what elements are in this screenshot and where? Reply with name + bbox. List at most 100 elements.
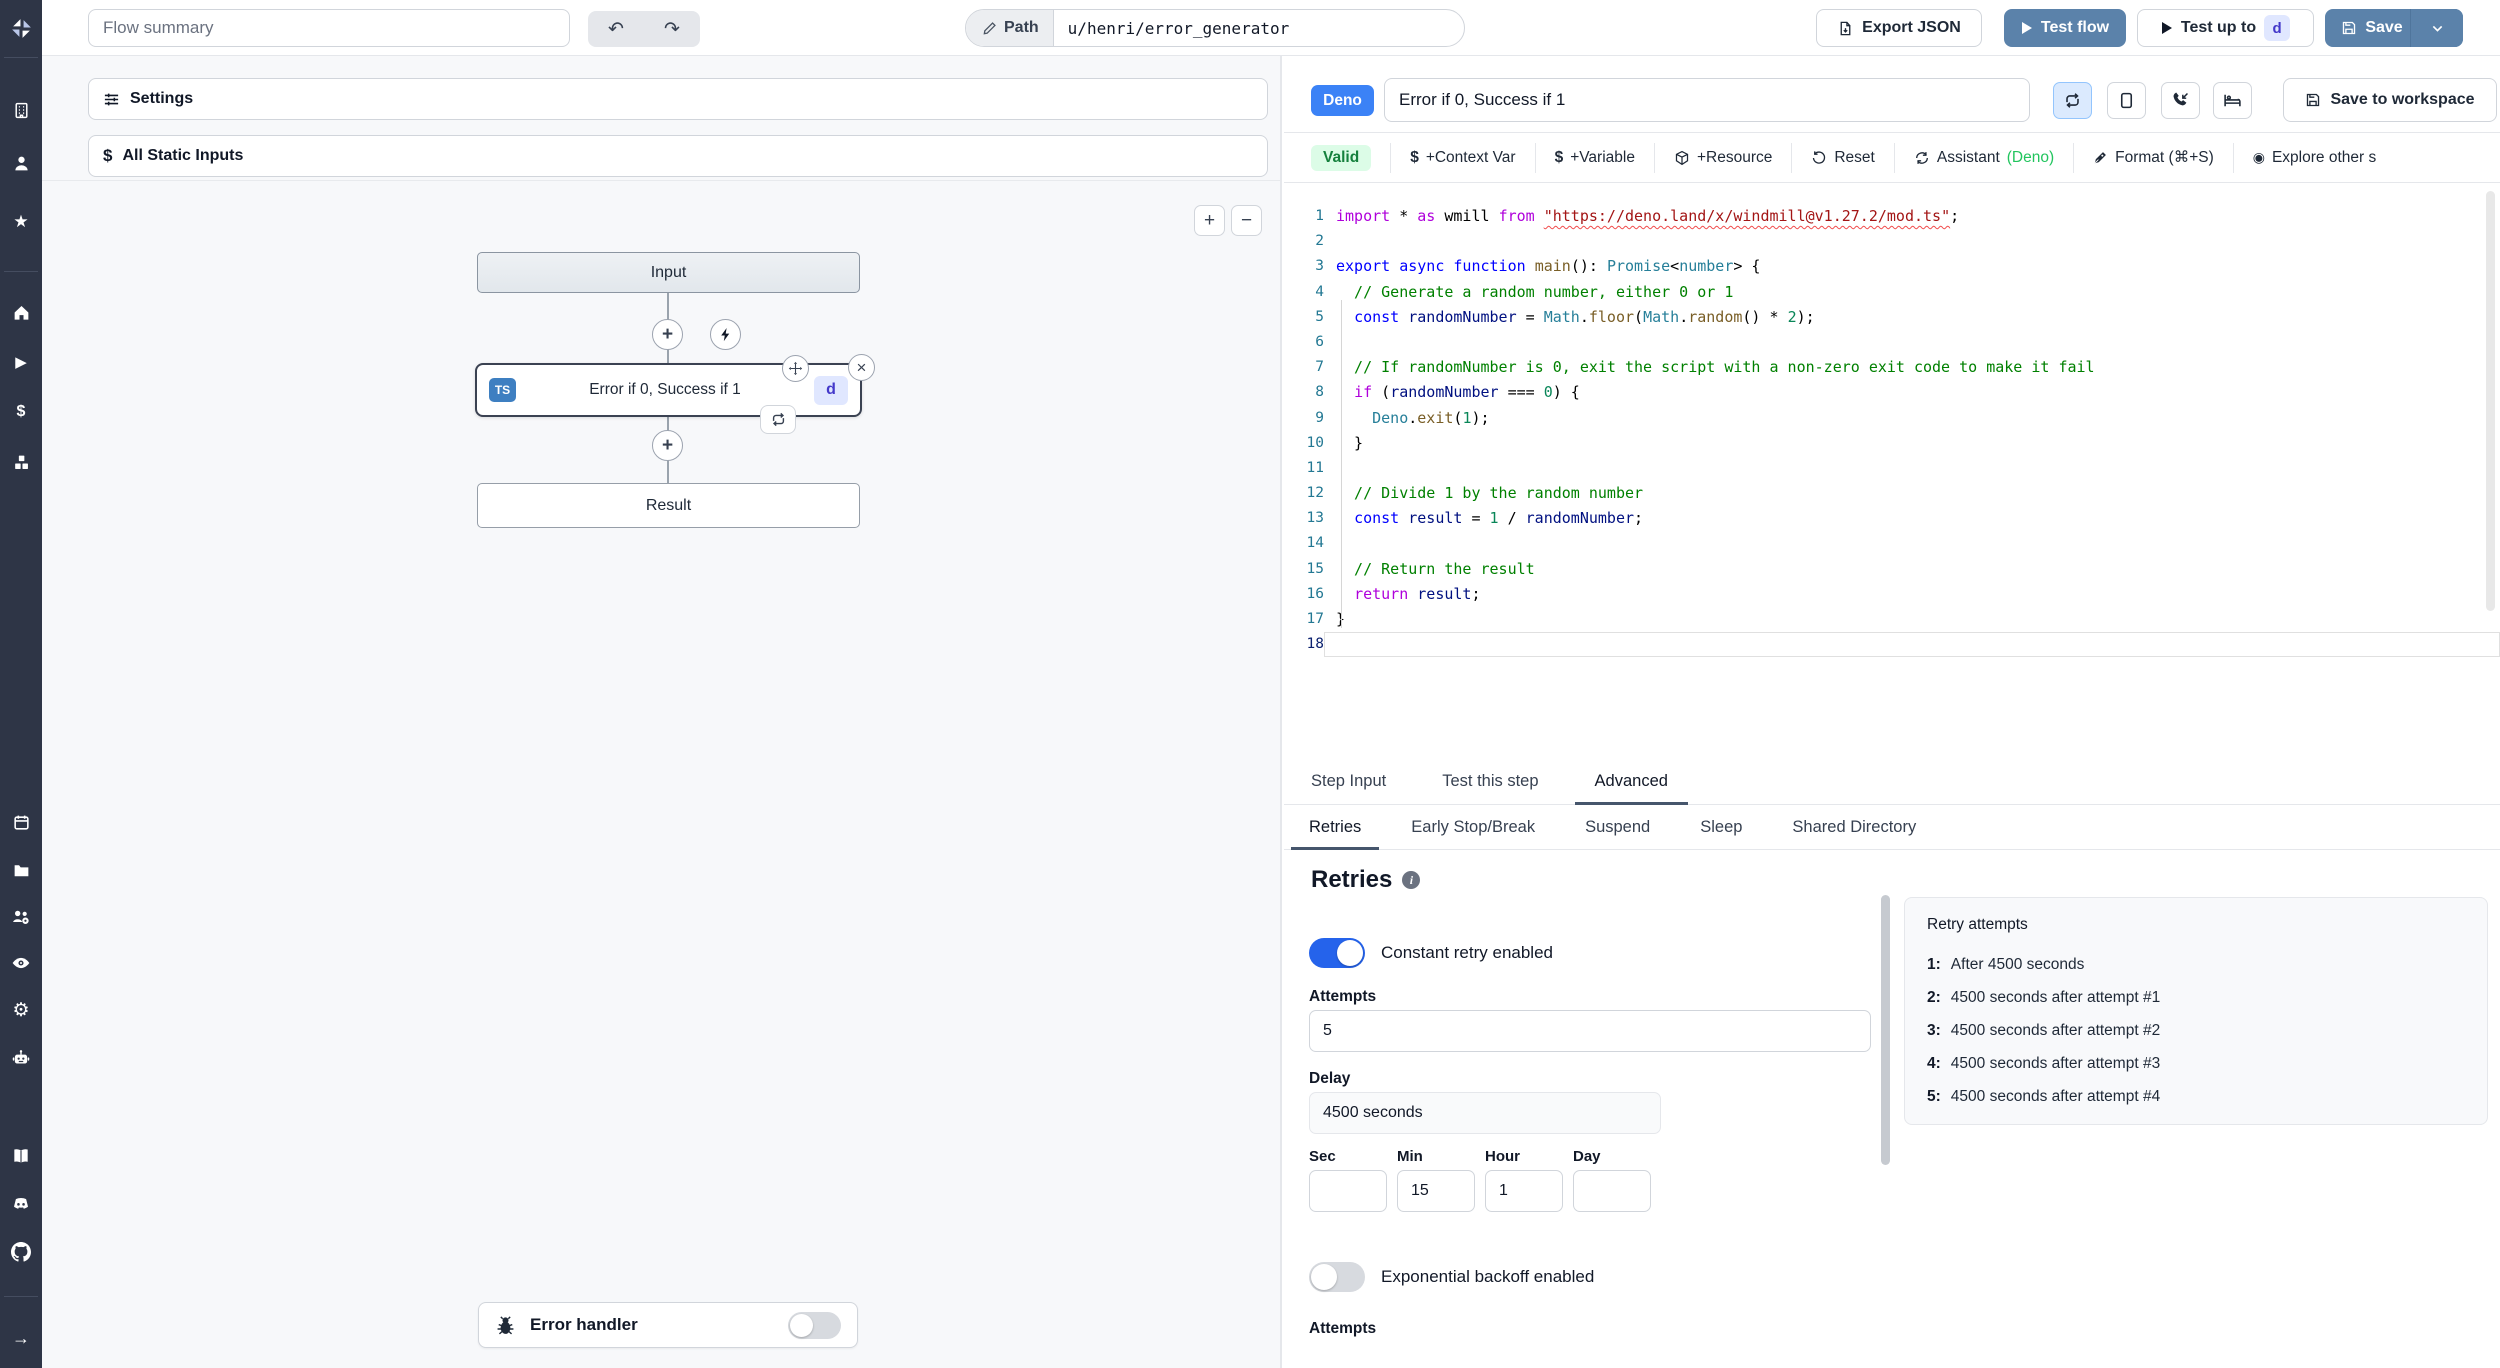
save-to-workspace-button[interactable]: Save to workspace	[2283, 78, 2497, 122]
trigger-bolt-button[interactable]	[710, 319, 741, 350]
schedules-calendar-icon[interactable]	[0, 805, 42, 839]
workspace-building-icon[interactable]	[0, 93, 42, 127]
path-value: u/henri/error_generator	[1067, 18, 1290, 38]
redo-button[interactable]: ↷	[649, 18, 695, 41]
folders-icon[interactable]	[0, 853, 42, 887]
tab-test-this-step[interactable]: Test this step	[1422, 759, 1558, 804]
hour-input[interactable]	[1485, 1170, 1563, 1212]
resources-cubes-icon[interactable]	[0, 445, 42, 479]
retries-toggle-icon-button[interactable]	[2053, 82, 2092, 119]
play-icon	[2021, 21, 2033, 35]
all-static-inputs-button[interactable]: $ All Static Inputs	[88, 135, 1268, 177]
tab-step-input[interactable]: Step Input	[1291, 759, 1406, 804]
retry-attempt-item: 1: After 4500 seconds	[1927, 955, 2085, 973]
favorites-star-icon[interactable]: ★	[0, 205, 42, 239]
delete-step-button[interactable]: ×	[848, 354, 875, 381]
test-up-to-button[interactable]: Test up to d	[2137, 9, 2314, 47]
format-label: Format (⌘+S)	[2115, 149, 2214, 166]
topbar: ↶ ↷ Path u/henri/error_generator Export …	[42, 0, 2500, 56]
add-step-below-button[interactable]: +	[652, 430, 683, 461]
line-number: 11	[1306, 459, 1324, 476]
early-stop-square-icon-button[interactable]	[2107, 82, 2146, 119]
reset-button[interactable]: Reset	[1811, 149, 1875, 167]
indent-guide	[1341, 300, 1342, 628]
discord-icon[interactable]	[0, 1187, 42, 1221]
sleep-bed-icon-button[interactable]	[2213, 82, 2252, 119]
step-name-input[interactable]	[1384, 78, 2030, 122]
step-node-title: Error if 0, Success if 1	[589, 381, 741, 398]
dollar-glyph: $	[16, 403, 26, 420]
groups-users-icon[interactable]	[0, 900, 42, 934]
format-button[interactable]: Format (⌘+S)	[2093, 148, 2214, 167]
undo-button[interactable]: ↶	[593, 18, 639, 41]
delay-label: Delay	[1309, 1070, 1351, 1087]
subtab-early-stop[interactable]: Early Stop/Break	[1393, 805, 1553, 849]
explore-scripts-button[interactable]: ◉ Explore other s	[2253, 149, 2376, 167]
export-json-button[interactable]: Export JSON	[1816, 9, 1982, 47]
subtab-retries[interactable]: Retries	[1291, 805, 1380, 850]
flow-settings-button[interactable]: Settings	[88, 78, 1268, 120]
code-line: 8 if (randomNumber === 0) {	[1284, 380, 2500, 405]
move-step-button[interactable]	[782, 355, 809, 382]
path-pill[interactable]: Path u/henri/error_generator	[965, 9, 1465, 47]
code-editor[interactable]: 1 import * as wmill from "https://deno.la…	[1284, 183, 2500, 759]
line-number: 17	[1306, 611, 1324, 627]
windmill-logo-icon[interactable]	[0, 11, 42, 45]
result-node[interactable]: Result	[477, 483, 860, 528]
add-context-var-button[interactable]: $ +Context Var	[1410, 149, 1515, 167]
zoom-in-button[interactable]: +	[1194, 205, 1225, 236]
add-variable-button[interactable]: $ +Variable	[1555, 149, 1635, 167]
line-number: 8	[1315, 384, 1324, 401]
subtab-sleep[interactable]: Sleep	[1682, 805, 1760, 849]
sec-input[interactable]	[1309, 1170, 1387, 1212]
suspend-phone-icon-button[interactable]	[2161, 82, 2200, 119]
delay-input[interactable]	[1309, 1092, 1661, 1134]
add-step-above-button[interactable]: +	[652, 319, 683, 350]
runs-play-icon[interactable]: ▶	[0, 345, 42, 379]
day-input[interactable]	[1573, 1170, 1651, 1212]
error-handler-toggle[interactable]	[788, 1311, 841, 1339]
input-node[interactable]: Input	[477, 252, 860, 293]
line-number: 9	[1315, 409, 1324, 426]
expand-sidebar-arrow-icon[interactable]: →	[0, 1321, 42, 1355]
step-retry-loop-icon[interactable]	[760, 405, 796, 434]
toolbar-divider	[1390, 142, 1392, 173]
error-handler-node[interactable]: Error handler	[478, 1302, 858, 1348]
save-dropdown-button[interactable]	[2411, 9, 2463, 47]
constant-retry-toggle[interactable]	[1309, 938, 1365, 968]
flow-summary-input[interactable]	[88, 9, 570, 47]
exponential-backoff-toggle[interactable]	[1309, 1262, 1365, 1292]
add-resource-button[interactable]: +Resource	[1674, 149, 1772, 167]
play-glyph: ▶	[15, 354, 27, 371]
min-input[interactable]	[1397, 1170, 1475, 1212]
settings-gear-icon[interactable]: ⚙	[0, 993, 42, 1027]
line-number: 14	[1306, 535, 1324, 552]
code-line: 16 return result;	[1284, 582, 2500, 607]
subtab-suspend[interactable]: Suspend	[1567, 805, 1668, 849]
assistant-button[interactable]: Assistant (Deno)	[1914, 149, 2054, 167]
subtab-shared-directory[interactable]: Shared Directory	[1774, 805, 1934, 849]
save-floppy-icon	[2305, 92, 2321, 108]
workers-robot-icon[interactable]	[0, 1041, 42, 1075]
attempts-input[interactable]	[1309, 1010, 1871, 1052]
variables-dollar-icon[interactable]: $	[0, 395, 42, 429]
content-scrollbar[interactable]	[1881, 895, 1890, 1165]
zoom-out-button[interactable]: −	[1231, 205, 1262, 236]
input-node-label: Input	[650, 263, 687, 281]
user-icon[interactable]	[0, 146, 42, 180]
explore-label: Explore other s	[2271, 148, 2377, 166]
home-icon[interactable]	[0, 295, 42, 329]
test-flow-button[interactable]: Test flow	[2004, 9, 2126, 47]
retry-attempt-item: 3: 4500 seconds after attempt #2	[1927, 1021, 2161, 1039]
retry-attempts-preview: Retry attempts 1: After 4500 seconds 2: 450…	[1904, 897, 2488, 1125]
info-icon[interactable]: i	[1402, 871, 1421, 889]
save-label: Save	[2365, 19, 2403, 36]
github-icon[interactable]	[0, 1235, 42, 1269]
audit-logs-eye-icon[interactable]	[0, 946, 42, 980]
editor-scrollbar[interactable]	[2486, 191, 2495, 611]
code-lines: 1 import * as wmill from "https://deno.la…	[1284, 183, 2500, 658]
tab-advanced[interactable]: Advanced	[1574, 759, 1689, 805]
play-icon	[2161, 21, 2173, 35]
docs-book-icon[interactable]	[0, 1139, 42, 1173]
test-up-to-label: Test up to	[2180, 19, 2257, 36]
